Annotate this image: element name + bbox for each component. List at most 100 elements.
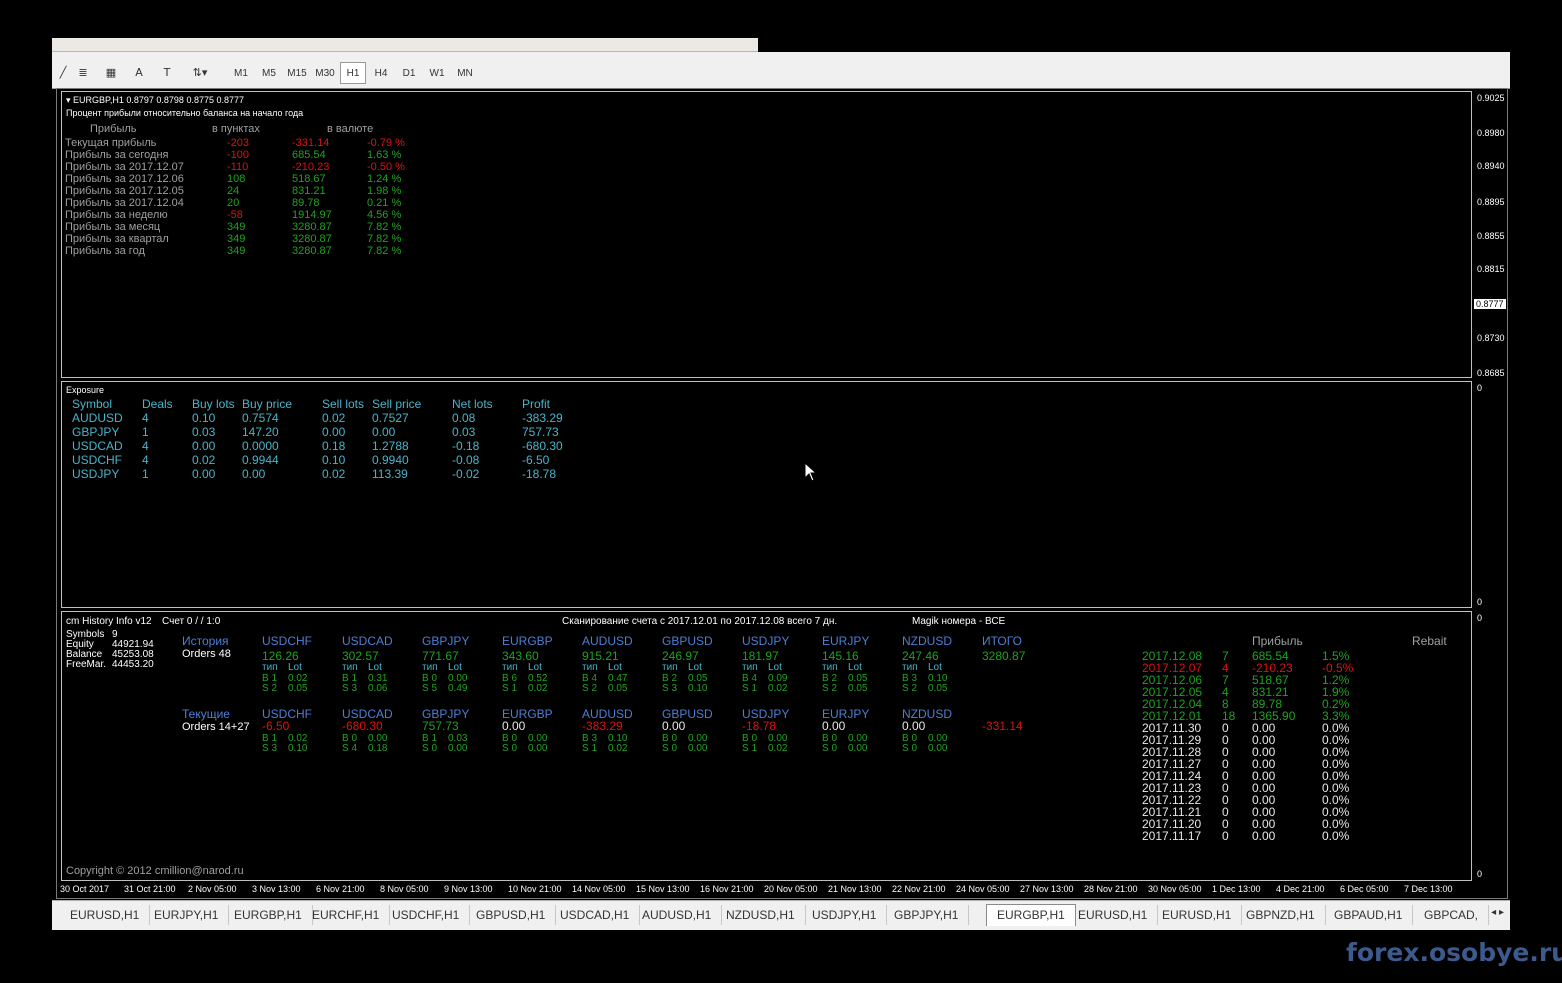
profit-row: Прибыль за 2017.12.05 24 831.21 1.98 % xyxy=(65,185,485,197)
timeframe-m1[interactable]: M1 xyxy=(228,62,254,84)
exposure-cell: 0.7574 xyxy=(242,411,279,425)
price-label: 0.9025 xyxy=(1477,93,1505,103)
chart-tab[interactable]: EURGBP,H1 xyxy=(986,904,1076,926)
profit-row-points: 349 xyxy=(227,245,246,257)
lot-label: Lot xyxy=(688,662,702,673)
chart-window: ▾ EURGBP,H1 0.8797 0.8798 0.8775 0.8777 … xyxy=(56,88,1508,899)
lot-label: Lot xyxy=(848,662,862,673)
symbol-history-value: 915.21 xyxy=(582,649,619,663)
time-label: 14 Nov 05:00 xyxy=(572,884,626,894)
profit-row-money: 1914.97 xyxy=(292,209,332,221)
fibonacci-icon[interactable]: ≣ xyxy=(74,65,92,81)
time-label: 2 Nov 05:00 xyxy=(188,884,237,894)
symbol-current-value: 757.73 xyxy=(422,719,459,733)
timeframe-mn[interactable]: MN xyxy=(452,62,478,84)
timeframe-h1[interactable]: H1 xyxy=(340,62,366,84)
scroll-tabs-icon[interactable]: ◂ ▸ xyxy=(1491,907,1504,918)
daily-profit-row: 2017.11.17 0 0.00 0.0% xyxy=(1142,830,1402,842)
profit-row: Прибыль за квартал 349 3280.87 7.82 % xyxy=(65,233,485,245)
time-axis[interactable]: 30 Oct 2017 31 Oct 21:00 2 Nov 05:00 3 Nov … xyxy=(57,882,1472,898)
exposure-header-row: Symbol Deals Buy lots Buy price Sell lots Sel… xyxy=(62,397,622,411)
profit-row-label: Прибыль за 2017.12.07 xyxy=(65,161,184,173)
current-sell-lot: 0.02 xyxy=(608,743,628,754)
profit-row-money: 89.78 xyxy=(292,197,320,209)
exposure-pane[interactable]: Exposure Symbol Deals Buy lots Buy price Sel… xyxy=(61,381,1472,608)
current-label: Текущие xyxy=(182,707,230,721)
timeframe-m30[interactable]: M30 xyxy=(312,62,338,84)
chart-tab[interactable]: NZDUSD,H1 xyxy=(716,905,806,925)
symbol-history-value: 247.46 xyxy=(902,649,939,663)
chart-tab[interactable]: EURGBP,H1 xyxy=(224,905,313,925)
timeframe-h4[interactable]: H4 xyxy=(368,62,394,84)
exposure-cell: 0.02 xyxy=(322,411,346,425)
profit-row-points: 349 xyxy=(227,221,246,233)
chart-tab[interactable]: USDJPY,H1 xyxy=(802,905,888,925)
chart-tab[interactable]: EURUSD,H1 xyxy=(1152,905,1243,925)
chart-tab[interactable]: EURCHF,H1 xyxy=(302,905,391,925)
profit-row-points: 349 xyxy=(227,233,246,245)
type-label: тип xyxy=(662,662,678,673)
history-label: История xyxy=(182,634,229,648)
history-sell: S 2 xyxy=(822,683,838,694)
profit-row-label: Прибыль за 2017.12.06 xyxy=(65,173,184,185)
type-label: тип xyxy=(582,662,598,673)
profit-row-percent: 4.56 % xyxy=(367,209,402,221)
chart-toolbar: ╱ ≣ ▦ A T ⇅▾ M1 M5 M15 M30 H1 H4 D1 W1 MN xyxy=(52,52,1510,89)
text-icon[interactable]: A xyxy=(130,65,148,81)
profit-row-label: Прибыль за квартал xyxy=(65,233,169,245)
timeframe-m5[interactable]: M5 xyxy=(256,62,282,84)
chart-tab[interactable]: GBPCAD, xyxy=(1414,905,1490,925)
exposure-cell: 0.00 xyxy=(192,467,216,481)
profit-row-points: -100 xyxy=(227,149,250,161)
symbol-name: USDJPY xyxy=(742,634,790,648)
grid-icon[interactable]: ▦ xyxy=(102,65,120,81)
symbol-current-value: 0.00 xyxy=(822,719,846,733)
arrows-icon[interactable]: ⇅▾ xyxy=(186,65,214,81)
day-percent: 0.0% xyxy=(1322,829,1350,843)
chart-tab[interactable]: USDCHF,H1 xyxy=(382,905,471,925)
chart-tab[interactable]: EURJPY,H1 xyxy=(144,905,230,925)
symbol-history-value: 771.67 xyxy=(422,649,459,663)
chart-tab[interactable]: GBPNZD,H1 xyxy=(1236,905,1326,925)
profit-row-money: 685.54 xyxy=(292,149,326,161)
profit-row-points: -110 xyxy=(227,161,249,173)
label-icon[interactable]: T xyxy=(158,65,176,81)
profit-row-percent: 0.21 % xyxy=(367,197,402,209)
collapse-icon[interactable]: ▾ xyxy=(66,95,73,105)
exposure-cell: -680.30 xyxy=(522,439,563,453)
exposure-row: AUDUSD 4 0.10 0.7574 0.02 0.7527 0.08 -383.29 xyxy=(62,411,622,425)
exposure-row: GBPJPY 1 0.03 147.20 0.00 0.00 0.03 757.73 xyxy=(62,425,622,439)
type-label: тип xyxy=(502,662,518,673)
timeframe-d1[interactable]: D1 xyxy=(396,62,422,84)
profit-row: Прибыль за 2017.12.04 20 89.78 0.21 % xyxy=(65,197,485,209)
chart-tab[interactable]: GBPUSD,H1 xyxy=(466,905,557,925)
profit-row-percent: 7.82 % xyxy=(367,233,402,245)
exposure-cell: 4 xyxy=(142,439,149,453)
profit-row-money: 518.67 xyxy=(292,173,326,185)
symbol-column: AUDUSD 915.21 тип Lot B 4 0.47 S 2 0.05 AUDUSD -3… xyxy=(582,612,662,754)
chart-tab[interactable]: EURUSD,H1 xyxy=(60,905,151,925)
timeframe-m15[interactable]: M15 xyxy=(284,62,310,84)
chart-tab[interactable]: GBPAUD,H1 xyxy=(1324,905,1414,925)
account-stat-value: 44453.20 xyxy=(112,659,154,670)
main-chart-pane[interactable]: ▾ EURGBP,H1 0.8797 0.8798 0.8775 0.8777 … xyxy=(61,91,1472,378)
exposure-cell: -383.29 xyxy=(522,411,563,425)
line-icon[interactable]: ╱ xyxy=(54,65,72,81)
exposure-cell: 0.7527 xyxy=(372,411,409,425)
history-sell-lot: 0.10 xyxy=(688,683,708,694)
history-info-pane[interactable]: cm History Info v12 Счет 0 / / 1:0 Скани… xyxy=(61,611,1472,881)
chart-tab[interactable]: EURUSD,H1 xyxy=(1068,905,1159,925)
time-label: 24 Nov 05:00 xyxy=(956,884,1010,894)
time-label: 30 Nov 05:00 xyxy=(1148,884,1202,894)
profit-row-label: Прибыль за год xyxy=(65,245,145,257)
price-scale[interactable]: 0.9025 0.8980 0.8940 0.8895 0.8855 0.8815 0.87… xyxy=(1472,89,1508,882)
profit-row-label: Прибыль за месяц xyxy=(65,221,161,233)
chart-tab[interactable]: GBPJPY,H1 xyxy=(884,905,970,925)
current-sell: S 0 xyxy=(422,743,438,754)
chart-tab[interactable]: USDCAD,H1 xyxy=(550,905,641,925)
profit-row-percent: -0.79 % xyxy=(367,137,405,149)
type-label: тип xyxy=(742,662,758,673)
chart-tab[interactable]: AUDUSD,H1 xyxy=(632,905,723,925)
profit-row: Прибыль за месяц 349 3280.87 7.82 % xyxy=(65,221,485,233)
timeframe-w1[interactable]: W1 xyxy=(424,62,450,84)
